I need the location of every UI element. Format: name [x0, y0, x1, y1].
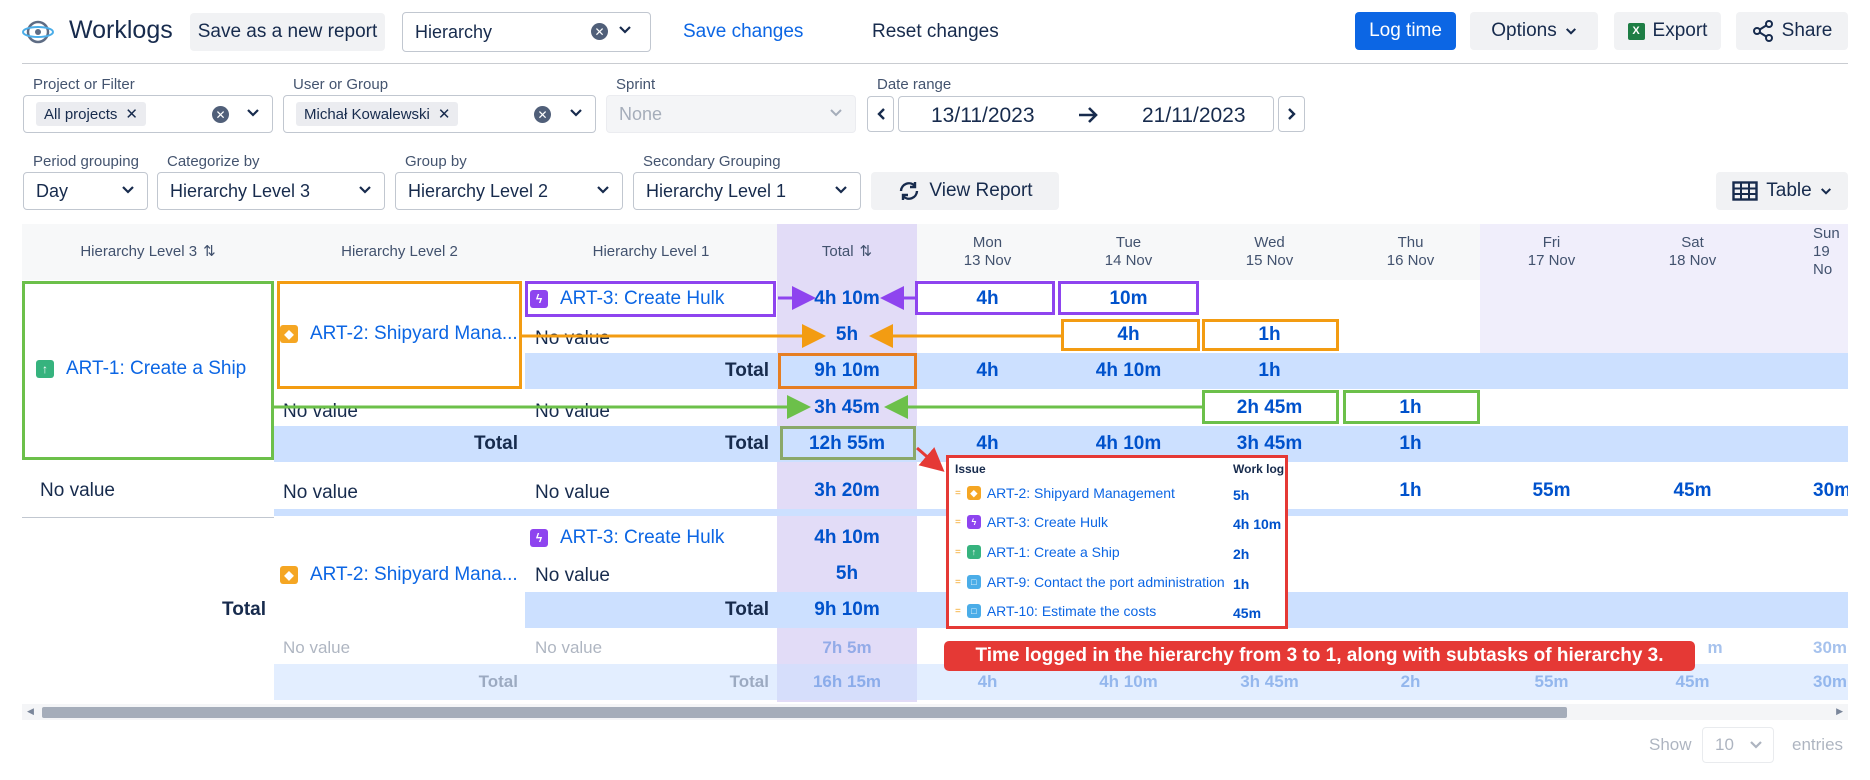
- popup-issue-link: ART-10: Estimate the costs: [986, 603, 1157, 619]
- popup-issue-link: ART-9: Contact the port administration: [986, 574, 1225, 590]
- epic-icon: ◆: [966, 486, 981, 500]
- popup-worklog: 1h: [1233, 576, 1250, 592]
- story-icon: ↑: [966, 545, 981, 559]
- subtask-icon: □: [966, 604, 981, 618]
- popup-row[interactable]: = ◆ ART-2: Shipyard Management: [955, 485, 1175, 501]
- popup-issue-link: ART-1: Create a Ship: [986, 544, 1120, 560]
- popup-col-issue: Issue: [955, 462, 986, 476]
- popup-issue-link: ART-2: Shipyard Management: [986, 485, 1175, 501]
- priority-icon: =: [955, 516, 961, 528]
- priority-icon: =: [955, 576, 961, 588]
- priority-icon: =: [955, 546, 961, 558]
- popup-worklog: 5h: [1233, 487, 1250, 503]
- popup-worklog: 45m: [1233, 605, 1262, 621]
- popup-worklog: 4h 10m: [1233, 516, 1282, 532]
- popup-row[interactable]: = ϟ ART-3: Create Hulk: [955, 514, 1108, 530]
- priority-icon: =: [955, 605, 961, 617]
- popup-row[interactable]: = □ ART-9: Contact the port administrati…: [955, 574, 1225, 590]
- popup-row[interactable]: = ↑ ART-1: Create a Ship: [955, 544, 1120, 560]
- priority-icon: =: [955, 487, 961, 499]
- annotation-callout: Time logged in the hierarchy from 3 to 1…: [944, 641, 1695, 671]
- popup-row[interactable]: = □ ART-10: Estimate the costs: [955, 603, 1156, 619]
- subtask-icon: □: [966, 575, 981, 589]
- popup-col-worklog: Work log: [1233, 462, 1285, 476]
- popup-worklog: 2h: [1233, 546, 1250, 562]
- popup-issue-link: ART-3: Create Hulk: [986, 514, 1108, 530]
- worklog-details-popup: Issue Work log = ◆ ART-2: Shipyard Manag…: [946, 455, 1288, 629]
- task-icon: ϟ: [966, 515, 981, 529]
